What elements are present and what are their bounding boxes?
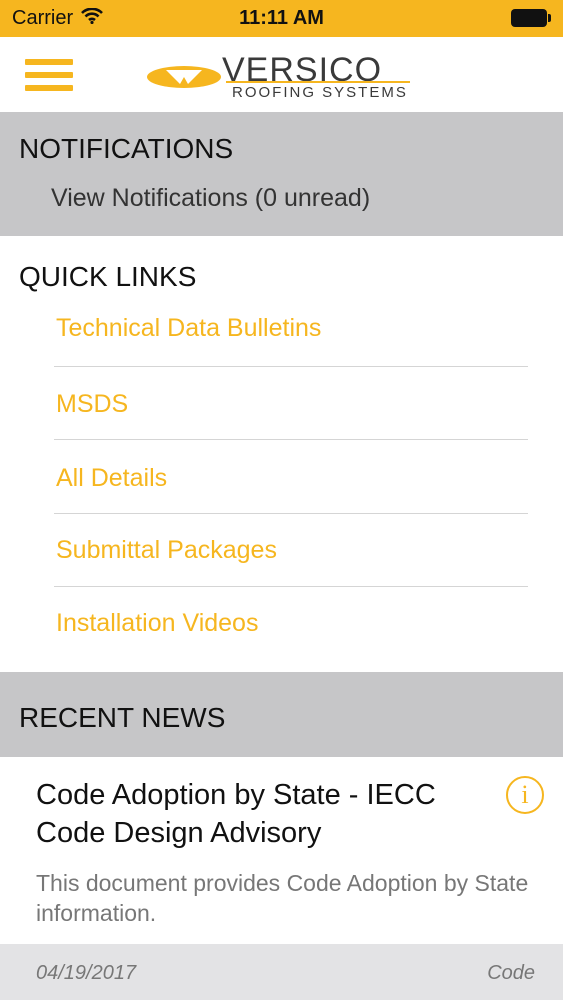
news-item-description: This document provides Code Adoption by … <box>36 870 529 926</box>
divider <box>54 366 528 367</box>
status-bar: Carrier 11:11 AM <box>0 0 563 37</box>
news-item-date: 04/19/2017 <box>36 962 137 984</box>
notifications-section: NOTIFICATIONS View Notifications (0 unre… <box>0 112 563 236</box>
status-time: 11:11 AM <box>239 7 324 29</box>
menu-icon[interactable] <box>25 59 73 93</box>
info-icon[interactable]: i <box>506 776 544 814</box>
quick-link-label: Submittal Packages <box>56 536 277 564</box>
news-item-category: Code <box>487 962 535 984</box>
quick-link-msds[interactable]: MSDS <box>54 386 528 458</box>
quick-link-label: All Details <box>56 464 168 492</box>
quick-link-technical-data-bulletins[interactable]: Technical Data Bulletins <box>54 310 528 382</box>
notifications-title: NOTIFICATIONS <box>19 133 234 164</box>
divider <box>54 439 528 440</box>
recent-news-section: RECENT NEWS <box>0 672 563 757</box>
quick-link-all-details[interactable]: All Details <box>54 460 528 532</box>
divider <box>54 513 528 514</box>
news-item-footer: 04/19/2017 Code <box>0 944 563 1000</box>
quick-link-installation-videos[interactable]: Installation Videos <box>54 605 528 677</box>
nav-bar: VERSICO ROOFING SYSTEMS <box>0 37 563 112</box>
news-item-title[interactable]: Code Adoption by State - IECC Code Desig… <box>36 776 486 852</box>
logo-divider <box>226 81 410 83</box>
quick-link-label: MSDS <box>56 390 129 418</box>
recent-news-title: RECENT NEWS <box>19 702 226 733</box>
quick-links-title: QUICK LINKS <box>19 261 197 292</box>
quick-link-submittal-packages[interactable]: Submittal Packages <box>54 532 528 604</box>
divider <box>54 586 528 587</box>
view-notifications-link[interactable]: View Notifications (0 unread) <box>51 184 370 213</box>
logo-subtitle: ROOFING SYSTEMS <box>232 84 408 101</box>
battery-icon <box>511 9 551 27</box>
logo-mark-icon <box>147 66 221 88</box>
versico-logo: VERSICO ROOFING SYSTEMS <box>146 51 416 103</box>
quick-link-label: Installation Videos <box>56 609 259 637</box>
quick-link-label: Technical Data Bulletins <box>56 314 322 342</box>
